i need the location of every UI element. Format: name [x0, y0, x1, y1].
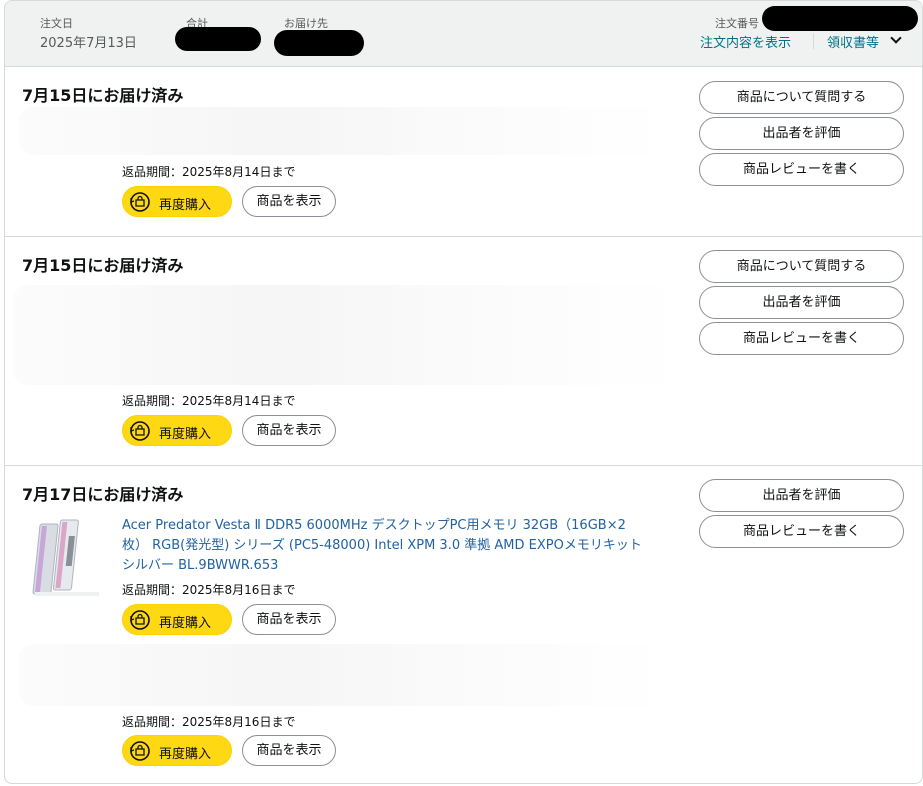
- product-title-link[interactable]: Acer Predator Vesta Ⅱ DDR5 6000MHz デスクトッ…: [122, 516, 642, 576]
- shipment-1: 7月15日にお届け済み 返品期間：2025年8月14日まで 再度購入 商品を表示…: [5, 67, 922, 237]
- write-review-button[interactable]: 商品レビューを書く: [699, 515, 904, 548]
- ship-to-label: お届け先: [284, 17, 328, 30]
- chevron-down-icon[interactable]: [890, 32, 902, 44]
- buy-again-label: 再度購入: [159, 427, 212, 442]
- blurred-item: [13, 285, 679, 385]
- redacted-total: [175, 27, 261, 51]
- return-window-text: 返品期間：2025年8月14日まで: [122, 394, 296, 408]
- return-window-text: 返品期間：2025年8月16日まで: [122, 715, 296, 729]
- return-window-text: 返品期間：2025年8月14日まで: [122, 165, 296, 179]
- view-item-button[interactable]: 商品を表示: [242, 735, 336, 766]
- buy-again-label: 再度購入: [159, 616, 212, 631]
- product-image[interactable]: [29, 516, 105, 600]
- view-item-button[interactable]: 商品を表示: [242, 415, 336, 446]
- return-window-text: 返品期間：2025年8月16日まで: [122, 583, 296, 597]
- ask-question-button[interactable]: 商品について質問する: [699, 250, 904, 283]
- buy-again-icon: [130, 741, 150, 761]
- order-header: 注文日 2025年7月13日 合計 お届け先 注文番号 注文内容を表示 領収書等: [5, 1, 922, 67]
- buy-again-icon: [130, 610, 150, 630]
- redacted-order-number: [762, 6, 918, 31]
- buy-again-label: 再度購入: [159, 747, 212, 762]
- order-date-label: 注文日: [40, 17, 73, 30]
- order-details-link[interactable]: 注文内容を表示: [700, 32, 791, 51]
- buy-again-button[interactable]: 再度購入: [122, 186, 232, 217]
- buy-again-icon: [130, 421, 150, 441]
- order-card: 注文日 2025年7月13日 合計 お届け先 注文番号 注文内容を表示 領収書等…: [4, 0, 923, 784]
- buy-again-button[interactable]: 再度購入: [122, 604, 232, 635]
- rate-seller-button[interactable]: 出品者を評価: [699, 479, 904, 512]
- buy-again-icon: [130, 192, 150, 212]
- shipment-3: 7月17日にお届け済み Acer Predator Vesta Ⅱ DDR5 6…: [5, 466, 922, 783]
- delivery-status-title: 7月17日にお届け済み: [22, 485, 184, 504]
- ask-question-button[interactable]: 商品について質問する: [699, 81, 904, 114]
- rate-seller-button[interactable]: 出品者を評価: [699, 286, 904, 319]
- buy-again-label: 再度購入: [159, 198, 212, 213]
- rate-seller-button[interactable]: 出品者を評価: [699, 117, 904, 150]
- header-divider: [813, 33, 814, 49]
- receipt-link[interactable]: 領収書等: [827, 32, 879, 51]
- blurred-item: [19, 107, 669, 155]
- shipment-2: 7月15日にお届け済み 返品期間：2025年8月14日まで 再度購入 商品を表示…: [5, 237, 922, 466]
- order-number-label: 注文番号: [715, 17, 759, 30]
- order-date: 2025年7月13日: [40, 36, 137, 51]
- delivery-status-title: 7月15日にお届け済み: [22, 256, 184, 275]
- delivery-status-title: 7月15日にお届け済み: [22, 86, 184, 105]
- redacted-ship-to: [274, 30, 364, 56]
- blurred-item: [19, 644, 669, 706]
- buy-again-button[interactable]: 再度購入: [122, 415, 232, 446]
- write-review-button[interactable]: 商品レビューを書く: [699, 153, 904, 186]
- write-review-button[interactable]: 商品レビューを書く: [699, 322, 904, 355]
- buy-again-button[interactable]: 再度購入: [122, 735, 232, 766]
- view-item-button[interactable]: 商品を表示: [242, 186, 336, 217]
- view-item-button[interactable]: 商品を表示: [242, 604, 336, 635]
